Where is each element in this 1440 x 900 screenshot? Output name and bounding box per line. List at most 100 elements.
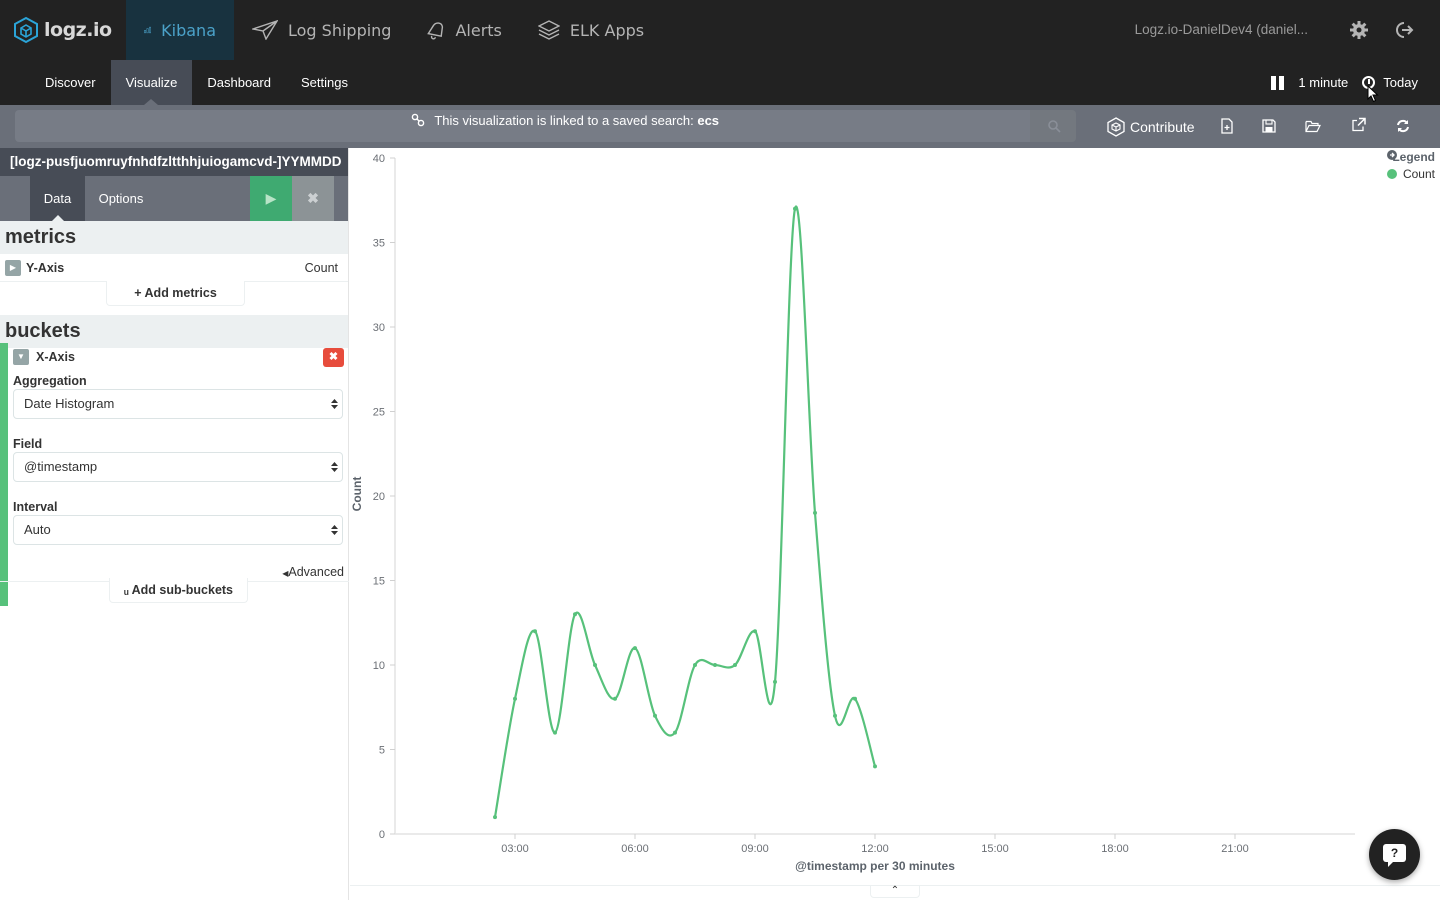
- query-bar: This visualization is linked to a saved …: [0, 105, 1440, 148]
- topnav-elk-apps[interactable]: ELK Apps: [520, 0, 662, 60]
- visualization-chart: 0 5 10 15 20 25 30 35 40 03:00 06:00 09:00 12:00 15:…: [350, 148, 1440, 886]
- topnav-log-shipping[interactable]: Log Shipping: [234, 0, 409, 60]
- arrow-circle-icon: [1386, 150, 1397, 160]
- close-icon: ✖: [328, 351, 339, 363]
- caret-down-icon[interactable]: ▼: [13, 349, 29, 365]
- aggregation-select[interactable]: Date Histogram: [13, 389, 343, 419]
- data-point[interactable]: [593, 663, 597, 667]
- logo[interactable]: logz.io: [0, 0, 126, 60]
- data-point[interactable]: [753, 629, 757, 634]
- interval-value: Auto: [24, 522, 51, 537]
- aggregation-value: Date Histogram: [24, 396, 115, 411]
- pause-icon[interactable]: [1271, 75, 1285, 90]
- data-point[interactable]: [713, 663, 717, 667]
- bar-chart-icon: [144, 26, 152, 34]
- tab-data[interactable]: Data: [30, 176, 85, 221]
- y-tick-label: 35: [373, 238, 385, 250]
- x-tick-label: 15:00: [981, 843, 1009, 855]
- data-point[interactable]: [813, 510, 817, 515]
- legend-item-count[interactable]: Count: [1386, 167, 1435, 181]
- topnav-kibana[interactable]: Kibana: [126, 0, 234, 60]
- contribute-label: Contribute: [1130, 118, 1195, 135]
- add-sub-buckets-button[interactable]: ᵤ Add sub-buckets: [109, 578, 248, 603]
- caret-right-icon[interactable]: ▶: [5, 260, 21, 276]
- bell-icon: [427, 22, 444, 40]
- open-icon[interactable]: [1305, 119, 1321, 133]
- sidebar-tabs: Data Options ▶ ✖: [0, 176, 348, 221]
- contribute-cube-icon: [1107, 116, 1125, 137]
- topnav-alerts-label: Alerts: [455, 20, 502, 40]
- tab-options[interactable]: Options: [85, 176, 157, 221]
- data-point[interactable]: [853, 696, 857, 701]
- account-menu[interactable]: Logz.io-DanielDev4 (daniel...: [1135, 0, 1308, 60]
- interval-select[interactable]: Auto: [13, 515, 343, 545]
- discard-changes-button[interactable]: ✖: [292, 176, 334, 221]
- index-pattern-title: [logz-pusfjuomruyfnhdfzltthhjuiogamcvd-]…: [0, 148, 348, 176]
- refresh-icon[interactable]: [1396, 118, 1410, 134]
- data-point[interactable]: [573, 612, 577, 617]
- y-tick-label: 25: [373, 407, 385, 419]
- refresh-interval[interactable]: 1 minute: [1298, 75, 1348, 90]
- select-arrows-icon: [331, 399, 338, 409]
- data-point[interactable]: [493, 815, 497, 820]
- x-tick-label: 09:00: [741, 843, 769, 855]
- y-tick-label: 0: [379, 829, 385, 841]
- subnav-dashboard[interactable]: Dashboard: [192, 60, 286, 105]
- timepicker: 1 minute Today: [1271, 60, 1418, 105]
- data-point[interactable]: [773, 679, 777, 684]
- y-tick-label: 30: [373, 322, 385, 334]
- subnav-discover[interactable]: Discover: [30, 60, 111, 105]
- linked-search-message: This visualization is linked to a saved …: [0, 105, 1130, 137]
- subnav-visualize[interactable]: Visualize: [110, 60, 193, 105]
- legend-color-dot: [1386, 169, 1397, 179]
- help-chat-button[interactable]: ?: [1369, 829, 1420, 880]
- add-metrics-button[interactable]: + Add metrics: [106, 281, 245, 306]
- spy-toggle-button[interactable]: ⌃: [870, 886, 920, 898]
- top-navbar: logz.io Kibana Log Shipping Alerts ELK A…: [0, 0, 1440, 60]
- play-icon: ▶: [265, 190, 277, 206]
- bucket-title: X-Axis: [36, 350, 75, 364]
- data-point[interactable]: [873, 764, 877, 769]
- interval-label: Interval: [13, 500, 58, 514]
- data-point[interactable]: [793, 206, 797, 211]
- data-point[interactable]: [693, 663, 697, 667]
- contribute-button[interactable]: Contribute: [1106, 105, 1195, 148]
- add-metrics-label: Add metrics: [144, 286, 217, 300]
- link-icon: [411, 113, 425, 127]
- data-point[interactable]: [653, 713, 657, 718]
- data-point[interactable]: [633, 646, 637, 651]
- data-point[interactable]: [673, 730, 677, 735]
- x-axis: 03:00 06:00 09:00 12:00 15:00 18:00 21:00: [395, 833, 1355, 855]
- time-range[interactable]: Today: [1383, 75, 1418, 90]
- logout-icon[interactable]: [1394, 20, 1414, 40]
- legend-toggle[interactable]: Legend: [1386, 150, 1435, 164]
- topnav-log-shipping-label: Log Shipping: [288, 20, 392, 40]
- field-select[interactable]: @timestamp: [13, 452, 343, 482]
- y-tick-label: 5: [379, 745, 385, 757]
- data-point[interactable]: [513, 696, 517, 701]
- data-point[interactable]: [553, 730, 557, 735]
- gear-icon[interactable]: [1349, 20, 1369, 40]
- data-point[interactable]: [733, 663, 737, 667]
- legend-title: Legend: [1392, 150, 1435, 164]
- search-button[interactable]: [1030, 110, 1076, 142]
- save-icon[interactable]: [1262, 118, 1276, 134]
- data-point[interactable]: [613, 696, 617, 701]
- data-point[interactable]: [833, 713, 837, 718]
- metric-y-axis[interactable]: ▶ Y-Axis Count: [0, 254, 348, 282]
- legend-item-label: Count: [1402, 167, 1435, 181]
- share-icon[interactable]: [1351, 117, 1366, 133]
- apply-changes-button[interactable]: ▶: [250, 176, 292, 221]
- field-label: Field: [13, 437, 43, 451]
- data-point[interactable]: [533, 629, 537, 634]
- remove-bucket-button[interactable]: ✖: [323, 348, 344, 367]
- logzio-cube-icon: [14, 16, 38, 44]
- x-tick-label: 12:00: [861, 843, 889, 855]
- subnav-settings[interactable]: Settings: [286, 60, 363, 105]
- topnav-alerts[interactable]: Alerts: [409, 0, 519, 60]
- x-tick-label: 18:00: [1101, 843, 1129, 855]
- x-axis-label: @timestamp per 30 minutes: [795, 859, 955, 873]
- linked-search-text: This visualization is linked to a saved …: [434, 113, 698, 128]
- advanced-toggle[interactable]: ◀Advanced: [282, 565, 344, 579]
- new-visualization-icon[interactable]: [1220, 118, 1234, 134]
